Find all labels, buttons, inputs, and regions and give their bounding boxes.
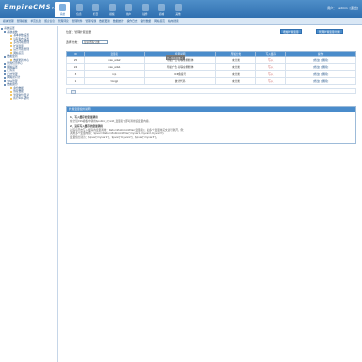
row-actions[interactable]: [修改] [删除] [313, 66, 328, 69]
subnav-item[interactable]: 单页信息 [31, 19, 42, 23]
subnav-item[interactable]: 数据统计 [113, 19, 124, 23]
empirecms-logo: EmpireCMS7.5 [4, 3, 58, 11]
table-row: 24 nav_ads1 导航广告·对联左侧框体 未分类 写入 [修改] [删除] [66, 63, 356, 71]
section-text: 在全局CSS模板中调用$public_r['add_变量名']即可调用该变量内容… [70, 119, 152, 123]
category-select[interactable]: 显示所有分类 [82, 40, 108, 44]
sub-nav: 模块管理 管理模板 单页信息 留言信息 管理评论 管理附件 管理专题 数据更新 … [0, 18, 362, 25]
cache-link[interactable]: 写入 [268, 66, 273, 69]
folder-icon [10, 34, 13, 37]
folder-icon [10, 94, 13, 97]
subnav-item[interactable]: 模块管理 [3, 19, 14, 23]
folder-icon [10, 41, 13, 44]
user-name[interactable]: admin [338, 6, 347, 10]
row-actions[interactable]: [修改] [删除] [313, 59, 328, 62]
collapse-icon[interactable] [4, 62, 7, 65]
row-actions[interactable]: [修改] [删除] [313, 73, 328, 76]
top-nav: 系统 信息 栏目 模板 用户 插件 商城 其他 [55, 2, 187, 17]
manage-category-button[interactable]: 管理扩展变量分类 [316, 29, 343, 34]
logout-link[interactable]: [退出] [350, 6, 358, 10]
subnav-item[interactable]: 操作日志 [127, 19, 138, 23]
edit-icon[interactable] [71, 90, 76, 94]
system-icon [59, 4, 66, 11]
hover-tooltip: [!--系统变量--] [166, 55, 185, 61]
topnav-column[interactable]: 栏目 [88, 2, 103, 17]
subnav-item[interactable]: 管理专题 [86, 19, 97, 23]
folder-icon [10, 90, 13, 93]
usage-panel-body: 1、写入缓存的变量调用 在全局CSS模板中调用$public_r['add_变量… [67, 112, 355, 143]
template-icon [108, 4, 116, 11]
subnav-item[interactable]: 数据更新 [99, 19, 110, 23]
filter-label: 选择分类： [66, 40, 80, 44]
user-icon [125, 4, 132, 11]
cache-link[interactable]: 写入 [268, 59, 273, 62]
subnav-item[interactable]: 备份数据 [141, 19, 152, 23]
collapse-icon[interactable] [1, 27, 4, 30]
folder-icon [10, 38, 13, 41]
subnav-item[interactable]: 管理附件 [72, 19, 83, 23]
shop-icon [158, 4, 165, 11]
subnav-item[interactable]: 站内搜索 [168, 19, 179, 23]
topnav-user[interactable]: 用户 [121, 2, 136, 17]
topnav-shop[interactable]: 商城 [154, 2, 169, 17]
row-actions[interactable]: [修改] [删除] [313, 80, 328, 83]
subnav-item[interactable]: 管理模板 [17, 19, 28, 23]
user-label: 用户： [327, 6, 337, 10]
cache-link[interactable]: 写入 [268, 73, 273, 76]
topnav-other[interactable]: 其他 [171, 2, 186, 17]
subnav-item[interactable]: 留言信息 [44, 19, 55, 23]
user-box: 用户： admin [退出] [325, 6, 358, 10]
topnav-info[interactable]: 信息 [72, 2, 87, 17]
tree-item[interactable]: 执行SQL语句 [1, 97, 56, 101]
collapse-icon[interactable] [4, 80, 7, 83]
column-icon [92, 4, 99, 11]
subnav-item[interactable]: 管理评论 [58, 19, 69, 23]
table-row: 1 tongji 统计代码 未分类 写入 [修改] [删除] [66, 77, 356, 85]
add-variable-button[interactable]: 增加扩展变量 [280, 29, 302, 34]
collapse-icon[interactable] [4, 83, 7, 86]
collapse-icon[interactable] [4, 31, 7, 34]
cache-link[interactable]: 写入 [268, 80, 273, 83]
table-footer [66, 88, 356, 94]
subnav-item[interactable]: 网站首页 [154, 19, 165, 23]
topnav-plugin[interactable]: 插件 [138, 2, 153, 17]
top-header: EmpireCMS7.5 系统 信息 栏目 模板 用户 插件 商城 其他 用户：… [0, 0, 362, 18]
folder-icon [10, 45, 13, 48]
topnav-template[interactable]: 模板 [105, 2, 120, 17]
folder-icon [10, 52, 13, 55]
info-icon [75, 4, 83, 11]
section-text: 变量值分别为：$pvar['myvar1']、$pvar['myvar2']、$… [70, 135, 159, 139]
folder-icon [10, 59, 13, 62]
folder-icon [10, 97, 13, 100]
breadcrumb: 位置：管理扩展变量 [66, 30, 92, 34]
table-row: 3 icp ICP备案号 未分类 写入 [修改] [删除] [66, 70, 356, 78]
table-row: 25 nav_ads2 导航广告·对联左侧框体 未分类 写入 [修改] [删除] [66, 56, 356, 64]
collapse-icon[interactable] [4, 73, 7, 76]
variable-table: ID 变量名 变量说明 所属分类 写入缓存 操作 25 nav_ads2 导航广… [66, 51, 356, 85]
collapse-icon[interactable] [4, 66, 7, 69]
sidebar-tree: 系统设置 系统参数 基本参数设置 远程发布设置 多访问端管理 扩展变量 后台导航… [0, 26, 58, 362]
folder-icon [10, 48, 13, 51]
usage-panel: 扩展变量使用说明 1、写入缓存的变量调用 在全局CSS模板中调用$public_… [66, 106, 356, 144]
topnav-system[interactable]: 系统 [55, 2, 70, 17]
collapse-icon[interactable] [4, 69, 7, 72]
other-icon [174, 4, 182, 11]
collapse-icon[interactable] [4, 76, 7, 79]
category-filter: 选择分类： 显示所有分类 [66, 40, 108, 44]
plugin-icon [141, 4, 149, 11]
folder-icon [10, 87, 13, 90]
collapse-icon[interactable] [4, 55, 7, 58]
